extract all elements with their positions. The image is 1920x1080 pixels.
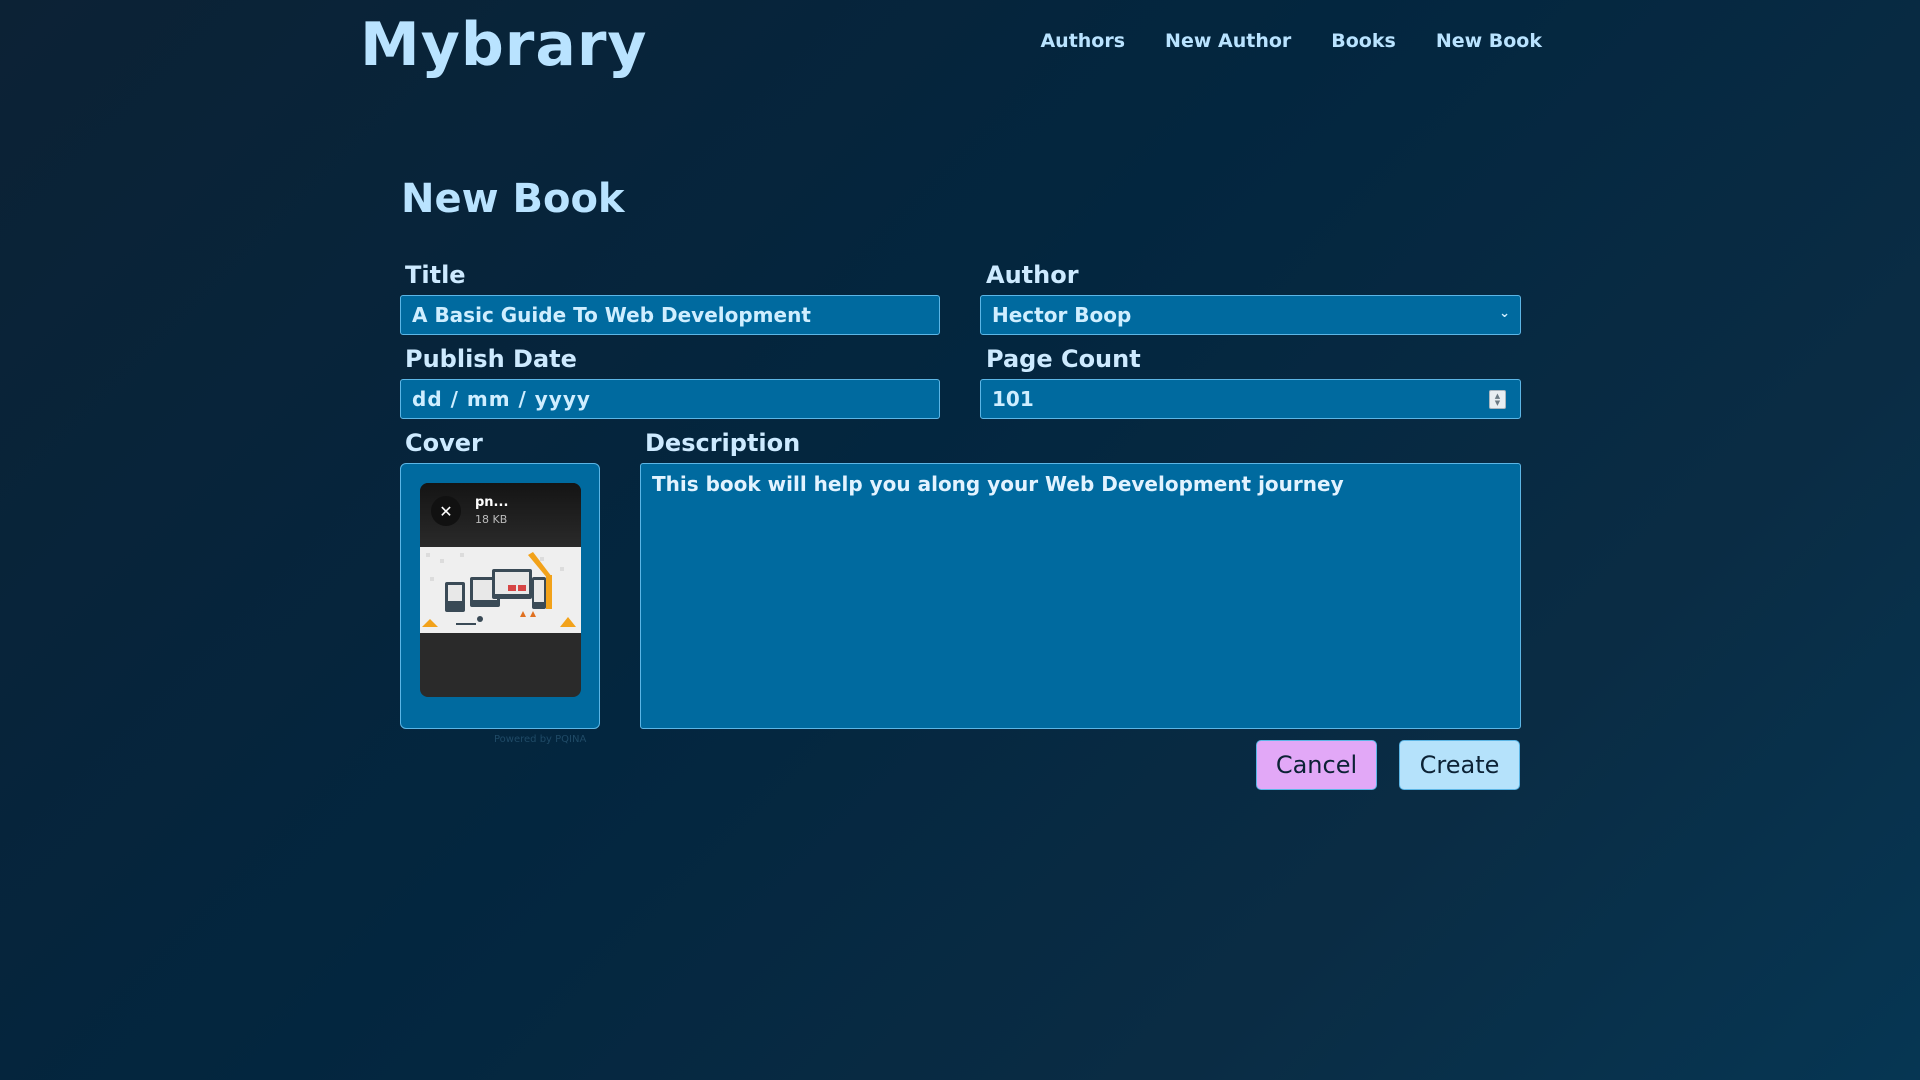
powered-by-credit[interactable]: Powered by PQINA (494, 734, 586, 745)
page-title: New Book (401, 176, 625, 222)
cover-file-name: pn... (475, 495, 509, 510)
publish-date-placeholder: dd / mm / yyyy (412, 387, 591, 411)
title-label: Title (405, 261, 466, 289)
publish-date-label: Publish Date (405, 345, 577, 373)
nav-new-book[interactable]: New Book (1436, 30, 1542, 52)
author-label: Author (986, 261, 1079, 289)
title-value: A Basic Guide To Web Development (412, 303, 811, 327)
nav-authors[interactable]: Authors (1040, 30, 1125, 52)
number-spinner-icon[interactable]: ▲ ▼ (1489, 390, 1506, 409)
cover-upload[interactable]: ✕ pn... 18 KB (400, 463, 600, 729)
description-value: This book will help you along your Web D… (652, 472, 1344, 496)
cover-file-size: 18 KB (475, 513, 508, 526)
cover-image (420, 547, 581, 633)
nav-new-author[interactable]: New Author (1165, 30, 1291, 52)
cover-illustration (420, 547, 581, 633)
close-icon[interactable]: ✕ (431, 496, 461, 526)
cover-preview: ✕ pn... 18 KB (420, 483, 581, 697)
page-count-label: Page Count (986, 345, 1141, 373)
cover-label: Cover (405, 429, 483, 457)
page-count-value: 101 (992, 387, 1034, 411)
header: Mybrary Authors New Author Books New Boo… (0, 0, 1920, 110)
author-value: Hector Boop (992, 303, 1132, 327)
spin-down-icon[interactable]: ▼ (1495, 399, 1500, 407)
cover-file-info: ✕ pn... 18 KB (420, 483, 581, 547)
chevron-down-icon: ⌄ (1499, 306, 1510, 321)
publish-date-input[interactable]: dd / mm / yyyy (400, 379, 940, 419)
cancel-button[interactable]: Cancel (1256, 740, 1377, 790)
title-input[interactable]: A Basic Guide To Web Development (400, 295, 940, 335)
nav-books[interactable]: Books (1331, 30, 1396, 52)
author-select[interactable]: Hector Boop ⌄ (980, 295, 1521, 335)
main-nav: Authors New Author Books New Book (1040, 30, 1542, 52)
create-button[interactable]: Create (1399, 740, 1520, 790)
site-logo[interactable]: Mybrary (360, 10, 648, 80)
description-textarea[interactable]: This book will help you along your Web D… (640, 463, 1521, 729)
page-count-input[interactable]: 101 ▲ ▼ (980, 379, 1521, 419)
description-label: Description (645, 429, 801, 457)
